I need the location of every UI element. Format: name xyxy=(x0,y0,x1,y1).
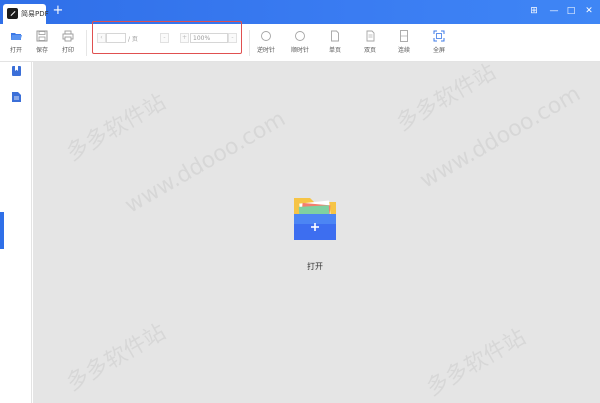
toolbar-separator xyxy=(86,30,87,56)
continuous-label: 连续 xyxy=(397,47,410,54)
open-file-label[interactable]: 打开 xyxy=(300,261,330,272)
skin-button[interactable]: ⊞ xyxy=(526,4,542,18)
title-bar: 简易PDF + ⊞ — □ ✕ xyxy=(0,0,600,24)
fullscreen-button[interactable]: 全屏 xyxy=(427,28,451,58)
maximize-button[interactable]: □ xyxy=(563,4,579,18)
single-page-button[interactable]: 单页 xyxy=(323,28,347,58)
minimize-button[interactable]: — xyxy=(546,4,562,18)
single-page-label: 单页 xyxy=(328,47,341,54)
thumbnail-icon[interactable] xyxy=(12,92,21,102)
toolbar-separator xyxy=(249,30,250,56)
close-button[interactable]: ✕ xyxy=(581,4,597,18)
bookmark-icon[interactable] xyxy=(12,66,21,76)
sidebar-collapse-handle[interactable] xyxy=(0,212,4,249)
print-label: 打印 xyxy=(61,47,74,54)
single-page-icon xyxy=(331,30,339,42)
document-tab[interactable]: 简易PDF xyxy=(3,4,49,24)
rotate-counterclockwise-button[interactable]: 逆时针 xyxy=(254,28,278,58)
continuous-icon xyxy=(400,30,408,42)
app-logo-icon xyxy=(7,8,18,19)
continuous-button[interactable]: 连续 xyxy=(392,28,416,58)
open-label: 打开 xyxy=(9,47,22,54)
highlight-box xyxy=(92,21,242,54)
sidebar xyxy=(0,62,32,403)
save-icon xyxy=(36,30,48,42)
toolbar: 打开 保存 打印 逆时针 顺时针 单页 双页 连续 全屏 xyxy=(0,24,600,62)
rotate-right-icon xyxy=(295,31,305,41)
rotate-clockwise-button[interactable]: 顺时针 xyxy=(288,28,312,58)
print-button[interactable]: 打印 xyxy=(56,28,80,58)
rotate-left-icon xyxy=(261,31,271,41)
double-page-icon xyxy=(366,30,375,42)
new-tab-button[interactable]: + xyxy=(51,3,65,19)
double-page-button[interactable]: 双页 xyxy=(358,28,382,58)
printer-icon xyxy=(62,30,74,42)
fullscreen-label: 全屏 xyxy=(432,47,445,54)
save-button[interactable]: 保存 xyxy=(30,28,54,58)
rotate-ccw-label: 逆时针 xyxy=(256,47,275,54)
double-page-label: 双页 xyxy=(363,47,376,54)
rotate-cw-label: 顺时针 xyxy=(290,47,309,54)
tab-title: 简易PDF xyxy=(21,10,49,18)
open-file-folder-icon[interactable] xyxy=(291,194,339,242)
open-button[interactable]: 打开 xyxy=(4,28,28,58)
folder-open-icon xyxy=(11,33,22,40)
save-label: 保存 xyxy=(35,47,48,54)
fullscreen-icon xyxy=(433,30,445,42)
